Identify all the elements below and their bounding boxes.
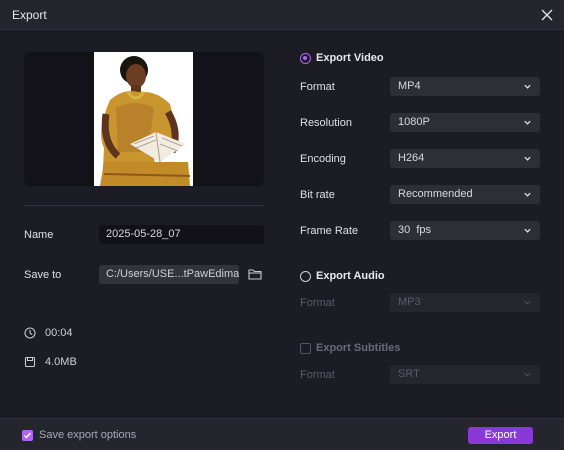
audio-format-select: MP3 [390,293,540,312]
chevron-down-icon [524,300,531,305]
export-video-heading: Export Video [316,52,384,64]
audio-format-value: MP3 [398,296,421,308]
folder-icon[interactable] [248,268,262,280]
bitrate-select[interactable]: Recommended [390,185,540,204]
export-video-option[interactable]: Export Video [300,52,384,64]
format-select[interactable]: MP4 [390,77,540,96]
save-to-label: Save to [24,269,62,281]
subtitles-format-select: SRT [390,365,540,384]
chevron-down-icon [524,156,531,161]
duration-info: 00:04 [24,327,73,339]
dialog-footer: Save export options Export [0,418,564,450]
name-input[interactable]: 2025-05-28_07 [99,225,264,244]
export-audio-radio[interactable] [300,270,311,282]
size-info: 4.0MB [24,356,77,368]
dialog-title: Export [12,8,47,22]
clock-icon [24,327,36,339]
video-preview [24,52,264,186]
export-audio-option[interactable]: Export Audio [300,270,385,282]
chevron-down-icon [524,84,531,89]
chevron-down-icon [524,120,531,125]
checkmark-icon [24,432,32,439]
encoding-select[interactable]: H264 [390,149,540,168]
export-subtitles-heading: Export Subtitles [316,342,401,354]
save-path-field[interactable]: C:/Users/USE...tPawEdimakor [99,265,239,284]
chevron-down-icon [524,372,531,377]
section-divider [24,205,264,206]
resolution-label: Resolution [300,117,352,129]
close-icon[interactable] [538,6,556,24]
chevron-down-icon [524,228,531,233]
export-video-radio[interactable] [300,52,311,64]
encoding-label: Encoding [300,153,346,165]
frame-rate-label: Frame Rate [300,225,359,237]
bitrate-label: Bit rate [300,189,335,201]
duration-value: 00:04 [45,327,73,339]
resolution-value: 1080P [398,116,430,128]
format-value: MP4 [398,80,421,92]
export-button[interactable]: Export [468,427,533,444]
save-options-toggle[interactable]: Save export options [22,429,136,441]
chevron-down-icon [524,192,531,197]
frame-rate-value: 30 fps [398,224,432,236]
save-options-label: Save export options [39,429,137,441]
size-value: 4.0MB [45,356,77,368]
preview-thumbnail [94,52,193,186]
save-options-checkbox[interactable] [22,429,33,441]
bitrate-value: Recommended [398,188,473,200]
frame-rate-select[interactable]: 30 fps [390,221,540,240]
storage-icon [24,356,36,368]
audio-format-label: Format [300,297,335,309]
name-label: Name [24,229,54,241]
resolution-select[interactable]: 1080P [390,113,540,132]
subtitles-format-label: Format [300,369,335,381]
format-label: Format [300,81,335,93]
subtitles-format-value: SRT [398,368,420,380]
encoding-value: H264 [398,152,425,164]
export-audio-heading: Export Audio [316,270,385,282]
title-bar: Export [0,0,564,30]
export-subtitles-option[interactable]: Export Subtitles [300,342,400,354]
export-subtitles-checkbox[interactable] [300,342,311,354]
